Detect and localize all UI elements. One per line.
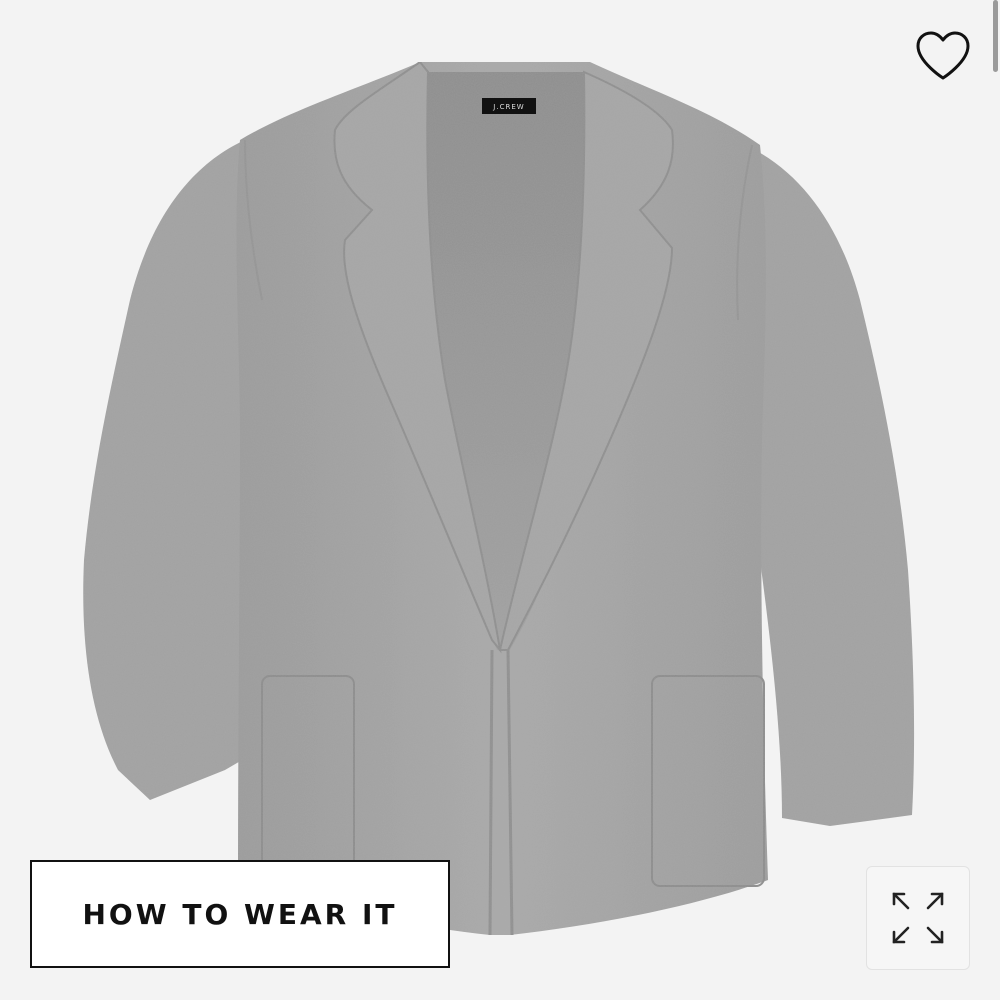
expand-image-button[interactable]	[866, 866, 970, 970]
how-to-wear-button[interactable]: HOW TO WEAR IT	[30, 860, 450, 968]
how-to-wear-label: HOW TO WEAR IT	[82, 897, 398, 931]
brand-label: J.CREW	[482, 100, 536, 114]
brand-label-text: J.CREW	[493, 103, 525, 111]
heart-outline-icon	[916, 31, 970, 80]
scrollbar-thumb[interactable]	[993, 0, 998, 72]
expand-arrows-icon	[892, 892, 944, 944]
wishlist-button[interactable]	[910, 26, 976, 86]
product-gallery: J.CREW HOW TO WEAR IT	[0, 0, 1000, 1000]
product-image	[83, 60, 915, 936]
